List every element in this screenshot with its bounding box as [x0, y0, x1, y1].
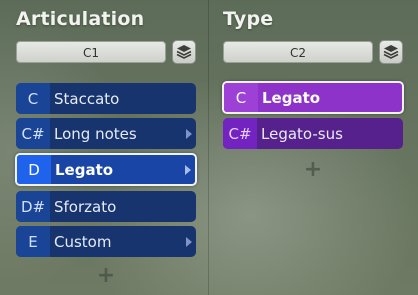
key-note: C#: [223, 118, 257, 149]
articulation-title: Articulation: [16, 8, 145, 30]
add-articulation-button[interactable]: +: [96, 265, 116, 287]
layers-icon: [176, 45, 192, 59]
item-label: Legato-sus: [261, 124, 343, 143]
key-note: E: [16, 226, 50, 257]
chevron-right-icon: [181, 155, 193, 184]
type-title: Type: [223, 8, 274, 30]
articulation-cc-field[interactable]: C1: [16, 41, 166, 63]
articulation-item-sforzato[interactable]: D# Sforzato: [16, 191, 196, 222]
articulation-item-long-notes[interactable]: C# Long notes: [16, 118, 196, 149]
articulation-column: Articulation C1 C Staccato C# Long notes…: [0, 0, 208, 295]
articulation-item-legato[interactable]: D Legato: [15, 153, 197, 186]
layers-icon: [383, 45, 399, 59]
key-note: C#: [16, 118, 50, 149]
articulation-layers-button[interactable]: [172, 40, 196, 64]
item-label: Long notes: [54, 124, 137, 143]
key-note: C: [16, 83, 50, 114]
key-note: D#: [16, 191, 50, 222]
articulation-item-staccato[interactable]: C Staccato: [16, 83, 196, 114]
type-column: Type C2 C Legato C# Legato-sus +: [209, 0, 418, 295]
key-note: C: [224, 83, 258, 112]
item-label: Legato: [55, 160, 114, 179]
type-item-legato-sus[interactable]: C# Legato-sus: [223, 118, 403, 149]
type-layers-button[interactable]: [379, 40, 403, 64]
item-label: Staccato: [54, 89, 120, 108]
type-cc-field[interactable]: C2: [223, 41, 373, 63]
type-item-legato[interactable]: C Legato: [222, 81, 404, 114]
item-label: Custom: [54, 232, 112, 251]
key-note: D: [17, 155, 51, 184]
item-label: Sforzato: [54, 197, 117, 216]
item-label: Legato: [262, 88, 321, 107]
articulation-item-custom[interactable]: E Custom: [16, 226, 196, 257]
chevron-right-icon: [182, 118, 194, 149]
add-type-button[interactable]: +: [303, 159, 323, 181]
chevron-right-icon: [182, 226, 194, 257]
